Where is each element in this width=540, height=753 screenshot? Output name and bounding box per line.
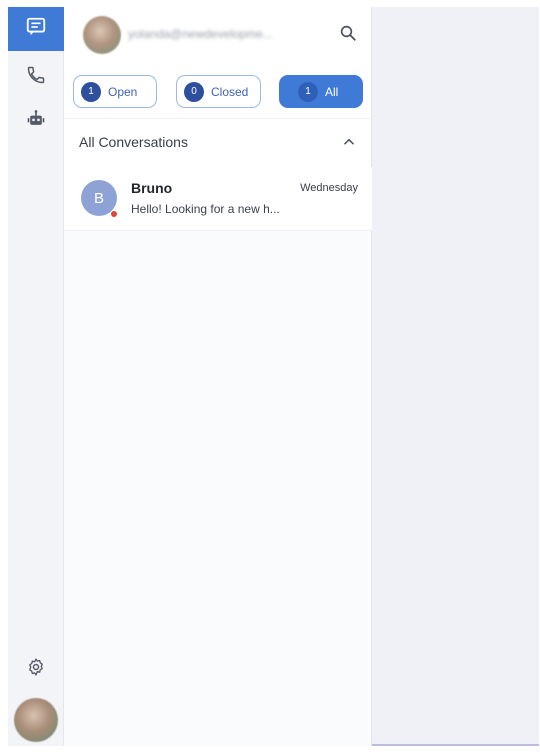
app-window: yolanda@newdevelopme... 1 Open 0 Closed …: [8, 7, 539, 746]
status-dot: [110, 210, 118, 218]
phone-icon: [26, 65, 46, 90]
user-avatar[interactable]: [14, 698, 58, 742]
account-email: yolanda@newdevelopme...: [128, 27, 273, 41]
rail-bots-button[interactable]: [8, 99, 64, 143]
detail-bottom-border: [372, 744, 539, 746]
filter-all-button[interactable]: 1 All: [279, 75, 363, 108]
rail-conversations-button[interactable]: [8, 7, 64, 51]
closed-count-badge: 0: [184, 81, 204, 102]
rail-settings-button[interactable]: [8, 647, 64, 691]
left-rail: [8, 7, 64, 746]
conversation-item[interactable]: B Bruno Wednesday Hello! Looking for a n…: [64, 167, 372, 231]
filter-closed-label: Closed: [211, 84, 249, 99]
search-button[interactable]: [336, 23, 360, 47]
chat-icon: [25, 16, 47, 43]
filter-closed-button[interactable]: 0 Closed: [176, 75, 261, 108]
all-conversations-section[interactable]: All Conversations: [64, 118, 372, 164]
filter-all-label: All: [325, 84, 339, 99]
open-count-badge: 1: [81, 81, 101, 102]
header-avatar[interactable]: [83, 16, 121, 54]
filter-open-label: Open: [108, 84, 138, 99]
robot-icon: [26, 109, 46, 134]
gear-icon: [26, 657, 46, 682]
conversation-detail-area: [372, 7, 539, 746]
contact-initial: B: [93, 189, 104, 207]
conversation-time: Wednesday: [300, 182, 358, 194]
all-count-badge: 1: [298, 81, 318, 102]
filter-open-button[interactable]: 1 Open: [73, 75, 157, 108]
search-icon: [339, 24, 357, 47]
status-filters: 1 Open 0 Closed 1 All: [64, 75, 372, 111]
conversation-list-empty-area: [64, 231, 371, 746]
contact-name: Bruno: [131, 180, 173, 196]
chevron-up-icon[interactable]: [340, 133, 358, 151]
conversation-panel: yolanda@newdevelopme... 1 Open 0 Closed …: [64, 7, 372, 746]
panel-header: yolanda@newdevelopme...: [64, 7, 372, 67]
message-preview: Hello! Looking for a new h...: [131, 202, 280, 216]
section-title: All Conversations: [79, 134, 188, 150]
rail-calls-button[interactable]: [8, 55, 64, 99]
